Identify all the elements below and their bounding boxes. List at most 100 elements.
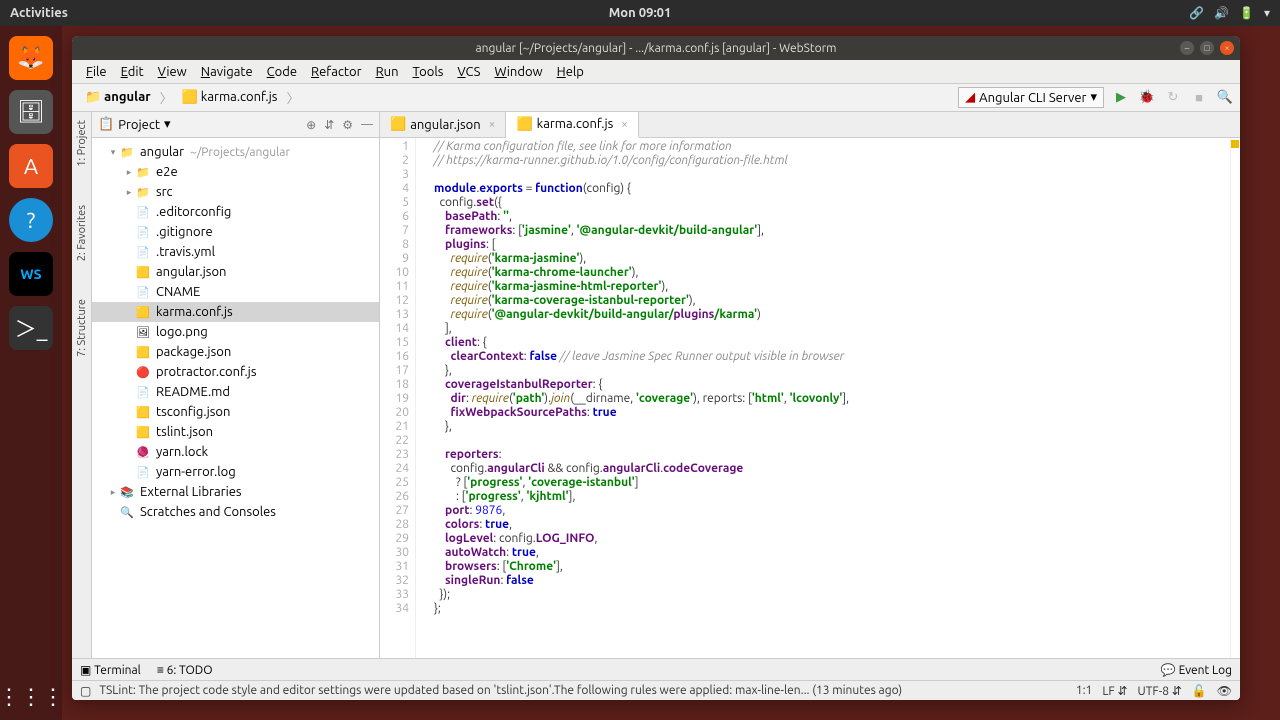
system-tray[interactable]: 🔗 🔊 🔋 ▾ <box>1189 6 1270 20</box>
maximize-button[interactable]: □ <box>1200 41 1214 55</box>
file-icon: 📄 <box>136 226 152 239</box>
tree-item[interactable]: 🟨tsconfig.json <box>92 402 379 422</box>
tree-item[interactable]: ▾📁angular~/Projects/angular <box>92 142 379 162</box>
menu-vcs[interactable]: VCS <box>451 63 486 81</box>
menu-run[interactable]: Run <box>370 63 405 81</box>
collapse-icon[interactable]: ⇵ <box>324 118 334 132</box>
menu-view[interactable]: View <box>152 63 193 81</box>
run-config-dropdown[interactable]: ◢ Angular CLI Server ▾ <box>958 87 1104 108</box>
hide-icon[interactable]: — <box>361 118 373 132</box>
tree-item[interactable]: 📄README.md <box>92 382 379 402</box>
file-icon: 🖼 <box>136 326 152 339</box>
tree-item[interactable]: 📄CNAME <box>92 282 379 302</box>
project-panel-title[interactable]: Project <box>118 118 160 132</box>
folder-icon: 📁 <box>85 90 101 104</box>
status-message: TSLint: The project code style and edito… <box>99 684 1067 697</box>
tree-item[interactable]: 🟨angular.json <box>92 262 379 282</box>
tree-item[interactable]: 🟨karma.conf.js <box>92 302 379 322</box>
terminal-tool-button[interactable]: ▣ Terminal <box>80 663 141 677</box>
menu-file[interactable]: File <box>80 63 113 81</box>
launcher-firefox[interactable]: 🦊 <box>9 36 53 80</box>
event-log-button[interactable]: 💬 Event Log <box>1161 663 1232 677</box>
launcher-webstorm[interactable]: WS <box>9 252 53 296</box>
error-stripe[interactable] <box>1230 138 1240 658</box>
minimize-button[interactable]: – <box>1180 41 1194 55</box>
battery-icon[interactable]: 🔋 <box>1239 6 1254 20</box>
launcher-files[interactable]: 🗄 <box>9 90 53 134</box>
chevron-down-icon[interactable]: ▾ <box>164 117 171 132</box>
line-ending[interactable]: LF ⇵ <box>1102 684 1127 698</box>
readonly-icon[interactable]: 🔓 <box>1192 684 1207 698</box>
title-bar[interactable]: angular [~/Projects/angular] - .../karma… <box>72 36 1240 60</box>
gear-icon[interactable]: ⚙ <box>342 118 353 132</box>
warning-marker[interactable] <box>1231 140 1239 148</box>
debug-button[interactable]: 🐞 <box>1138 89 1156 107</box>
angular-icon: ◢ <box>965 90 975 105</box>
menu-navigate[interactable]: Navigate <box>195 63 259 81</box>
tree-item[interactable]: ▸📁e2e <box>92 162 379 182</box>
caret-position[interactable]: 1:1 <box>1076 684 1093 697</box>
editor-tab[interactable]: 🟨karma.conf.js× <box>506 112 639 138</box>
tree-item[interactable]: 🟨package.json <box>92 342 379 362</box>
launcher-apps[interactable]: ⋮⋮⋮ <box>0 684 64 710</box>
tree-item[interactable]: 📄.gitignore <box>92 222 379 242</box>
launcher-terminal[interactable]: ＞_ <box>9 306 53 350</box>
arrow-icon[interactable]: ▸ <box>122 167 136 178</box>
tree-item[interactable]: 📄.editorconfig <box>92 202 379 222</box>
menu-help[interactable]: Help <box>551 63 590 81</box>
tree-item[interactable]: 🔍Scratches and Consoles <box>92 502 379 522</box>
menu-refactor[interactable]: Refactor <box>305 63 368 81</box>
status-toggle-icon[interactable]: ▢ <box>80 684 91 698</box>
inspection-icon[interactable]: 👁 <box>1217 684 1232 698</box>
tree-label: External Libraries <box>140 485 242 499</box>
menu-tools[interactable]: Tools <box>407 63 450 81</box>
close-button[interactable]: × <box>1220 41 1234 55</box>
tree-item[interactable]: 📄.travis.yml <box>92 242 379 262</box>
tool-tab[interactable]: 7: Structure <box>76 295 88 361</box>
tree-item[interactable]: 🔴protractor.conf.js <box>92 362 379 382</box>
breadcrumb-root[interactable]: 📁 angular <box>78 87 158 108</box>
net-icon[interactable]: 🔗 <box>1189 6 1204 20</box>
breadcrumb-file[interactable]: 🟨 karma.conf.js <box>175 87 285 108</box>
clock[interactable]: Mon 09:01 <box>609 6 672 20</box>
tree-label: src <box>156 185 173 199</box>
volume-icon[interactable]: 🔊 <box>1214 6 1229 20</box>
breadcrumb-label: karma.conf.js <box>201 90 278 104</box>
tree-item[interactable]: 📄yarn-error.log <box>92 462 379 482</box>
coverage-button[interactable]: ↻ <box>1164 89 1182 107</box>
arrow-icon[interactable]: ▾ <box>106 147 120 158</box>
arrow-icon[interactable]: ▸ <box>122 187 136 198</box>
launcher-help[interactable]: ? <box>9 198 53 242</box>
project-tree[interactable]: ▾📁angular~/Projects/angular▸📁e2e▸📁src📄.e… <box>92 138 379 658</box>
arrow-icon[interactable]: ▸ <box>106 487 120 498</box>
tree-item[interactable]: ▸📁src <box>92 182 379 202</box>
run-button[interactable]: ▶ <box>1112 89 1130 107</box>
fold-gutter[interactable] <box>416 138 428 658</box>
tool-tab[interactable]: 2: Favorites <box>76 201 88 265</box>
file-icon: 🟨 <box>516 117 532 132</box>
tool-tab[interactable]: 1: Project <box>76 116 88 171</box>
editor-tab[interactable]: 🟨angular.json× <box>380 112 506 137</box>
activities-button[interactable]: Activities <box>10 6 68 20</box>
tree-item[interactable]: ▸📚External Libraries <box>92 482 379 502</box>
tree-item[interactable]: 🖼logo.png <box>92 322 379 342</box>
close-tab-icon[interactable]: × <box>621 118 628 131</box>
launcher-software[interactable]: A <box>9 144 53 188</box>
line-gutter[interactable]: 1234567891011121314151617181920212223242… <box>380 138 416 658</box>
code-content[interactable]: // Karma configuration file, see link fo… <box>428 138 1230 658</box>
caret-icon[interactable]: ▾ <box>1264 6 1270 20</box>
tree-item[interactable]: 🟨tslint.json <box>92 422 379 442</box>
target-icon[interactable]: ⊕ <box>306 118 316 132</box>
todo-tool-button[interactable]: ≡ 6: TODO <box>157 663 213 677</box>
search-button[interactable]: 🔍 <box>1216 89 1234 107</box>
menu-code[interactable]: Code <box>261 63 303 81</box>
tree-label: protractor.conf.js <box>156 365 256 379</box>
code-editor[interactable]: 1234567891011121314151617181920212223242… <box>380 138 1240 658</box>
close-tab-icon[interactable]: × <box>489 118 496 131</box>
encoding[interactable]: UTF-8 ⇵ <box>1138 684 1182 698</box>
tree-item[interactable]: 🧶yarn.lock <box>92 442 379 462</box>
stop-button[interactable]: ■ <box>1190 89 1208 107</box>
menu-edit[interactable]: Edit <box>115 63 150 81</box>
menu-window[interactable]: Window <box>488 63 548 81</box>
project-icon: 📋 <box>98 117 114 132</box>
